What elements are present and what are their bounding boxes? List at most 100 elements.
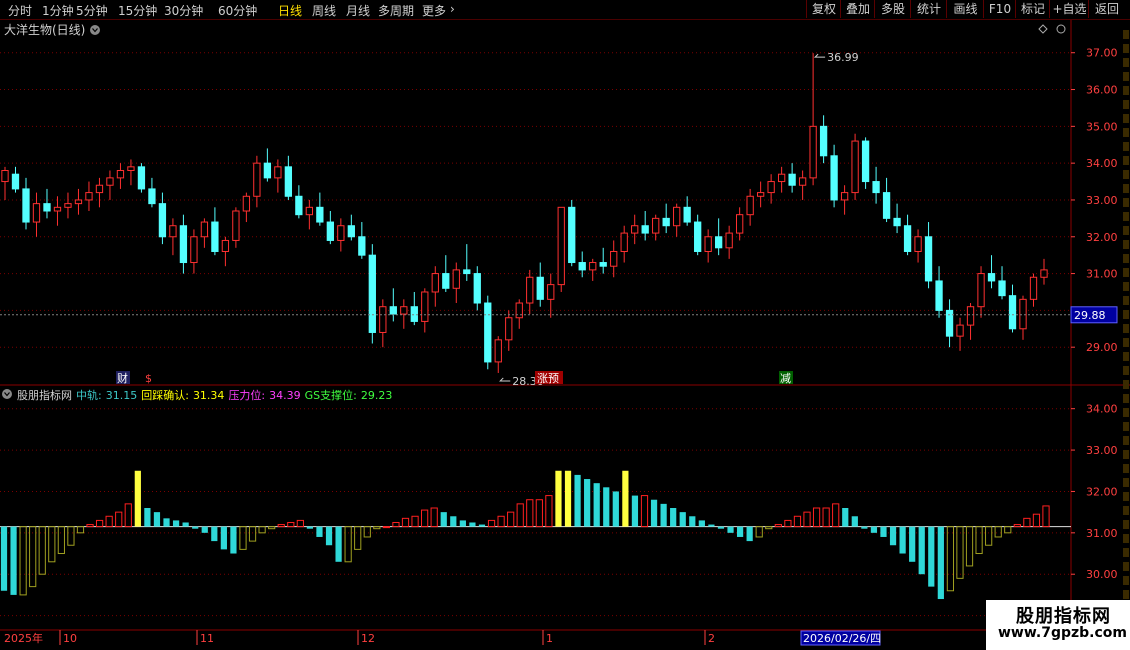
indicator-bar xyxy=(19,526,27,596)
toolbar-button-3[interactable]: 统计 xyxy=(910,0,947,18)
candle-body xyxy=(389,306,397,315)
legend-support-value: 29.23 xyxy=(361,389,393,402)
candle-body xyxy=(137,166,146,190)
period-tab-4[interactable]: 30分钟 xyxy=(164,2,203,19)
event-label-reduce: 减 xyxy=(780,372,791,385)
event-label-finance: 财 xyxy=(117,371,128,385)
candle-body xyxy=(788,173,796,186)
legend-mid-label: 中轨: xyxy=(76,388,102,402)
legend-pressure-value: 34.39 xyxy=(269,389,301,402)
axis-edge-glyph xyxy=(1123,268,1129,277)
indicator-bar xyxy=(946,526,955,592)
period-tab-1[interactable]: 1分钟 xyxy=(42,2,74,19)
indicator-bar xyxy=(115,511,123,528)
candle-body xyxy=(221,239,230,252)
period-tab-6[interactable]: 日线 xyxy=(278,2,302,19)
indicator-chevron-icon[interactable] xyxy=(2,389,12,399)
candle-body xyxy=(53,206,62,212)
watermark-url: www.7gpzb.com xyxy=(998,625,1128,641)
candle-body xyxy=(179,225,188,264)
candle-body xyxy=(914,236,922,252)
main-tick-label: 32.00 xyxy=(1086,231,1118,244)
candle-body xyxy=(924,236,933,282)
axis-edge-glyph xyxy=(1123,296,1129,305)
indicator-bar xyxy=(192,526,199,529)
period-tab-7[interactable]: 周线 xyxy=(312,2,336,19)
axis-edge-glyph xyxy=(1123,114,1129,123)
indicator-bar xyxy=(507,511,515,528)
axis-edge-glyph xyxy=(1123,58,1129,67)
candle-body xyxy=(819,125,828,157)
event-label-rise: 涨预 xyxy=(537,372,559,385)
period-tab-0[interactable]: 分时 xyxy=(8,2,32,19)
period-tab-5[interactable]: 60分钟 xyxy=(218,2,257,19)
diamond-icon[interactable] xyxy=(1038,24,1048,34)
candle-body xyxy=(526,276,534,304)
period-tab-8[interactable]: 月线 xyxy=(346,2,370,19)
axis-edge-glyph xyxy=(1123,534,1129,543)
candle-body xyxy=(536,276,544,300)
candle-body xyxy=(1029,276,1038,300)
candle-body xyxy=(211,221,219,252)
axis-edge-glyph xyxy=(1123,254,1129,263)
indicator-bar xyxy=(564,470,572,527)
candle-body xyxy=(1,170,9,183)
toolbar-button-8[interactable]: 返回 xyxy=(1088,0,1125,18)
chevron-down-icon[interactable] xyxy=(90,25,100,35)
axis-edge-glyph xyxy=(1123,506,1129,515)
axis-edge-glyph xyxy=(1123,422,1129,431)
candle-body xyxy=(116,170,125,179)
indicator-bar xyxy=(851,516,858,527)
candle-body xyxy=(358,236,366,256)
indicator-bar xyxy=(335,526,342,562)
candle-body xyxy=(578,262,586,271)
toolbar-button-7[interactable]: +自选 xyxy=(1049,0,1089,18)
toolbar-button-0[interactable]: 复权 xyxy=(806,0,841,18)
candle-body xyxy=(32,203,41,223)
indicator-bar xyxy=(478,524,486,527)
settings-icon[interactable] xyxy=(1056,24,1066,34)
main-tick-label: 34.00 xyxy=(1086,157,1118,170)
toolbar-button-1[interactable]: 叠加 xyxy=(840,0,875,18)
indicator-bar xyxy=(793,515,802,528)
axis-edge-glyph xyxy=(1123,394,1129,403)
candle-body xyxy=(756,192,765,197)
period-tab-10[interactable]: 更多 xyxy=(422,2,446,19)
period-toolbar: 分时 1分钟 5分钟 15分钟 30分钟 60分钟 日线 周线 月线 多周期 更多 › 复权 叠加 多股 统计… xyxy=(0,0,1130,20)
axis-edge-glyph xyxy=(1123,184,1129,193)
indicator-bar xyxy=(603,487,610,527)
indicator-bar xyxy=(48,526,56,563)
indicator-bar xyxy=(325,526,333,546)
indicator-bar xyxy=(880,526,887,537)
candle-body xyxy=(861,140,870,183)
indicator-bar xyxy=(1042,505,1050,528)
indicator-bar xyxy=(861,526,868,529)
candle-body xyxy=(347,225,355,238)
period-tab-9[interactable]: 多周期 xyxy=(378,2,414,19)
axis-edge-glyph xyxy=(1123,380,1129,389)
indicator-bar xyxy=(382,526,390,529)
candle-body xyxy=(421,291,429,322)
toolbar-button-2[interactable]: 多股 xyxy=(874,0,911,18)
candle-body xyxy=(746,195,754,216)
period-tab-3[interactable]: 15分钟 xyxy=(118,2,157,19)
indicator-bar xyxy=(163,518,170,527)
toolbar-button-4[interactable]: 画线 xyxy=(946,0,984,18)
candle-body xyxy=(263,162,272,179)
toolbar-button-6[interactable]: 标记 xyxy=(1015,0,1050,18)
legend-support-label: GS支撑位: xyxy=(305,388,357,402)
axis-edge-glyph xyxy=(1123,562,1129,571)
period-tab-2[interactable]: 5分钟 xyxy=(76,2,108,19)
toolbar-button-5[interactable]: F10 xyxy=(983,0,1016,18)
x-axis-month-label: 11 xyxy=(200,632,214,645)
indicator-tick-label: 31.00 xyxy=(1086,527,1118,540)
indicator-bar xyxy=(392,521,400,528)
main-tick-label: 31.00 xyxy=(1086,268,1118,281)
indicator-bar xyxy=(727,526,734,533)
event-label-dollar: $ xyxy=(145,372,152,385)
more-arrow-icon[interactable]: › xyxy=(450,2,455,16)
main-tick-label: 35.00 xyxy=(1086,120,1118,133)
legend-pressure-label: 压力位: xyxy=(228,388,265,402)
indicator-bar xyxy=(373,526,381,530)
indicator-bar xyxy=(67,526,75,546)
